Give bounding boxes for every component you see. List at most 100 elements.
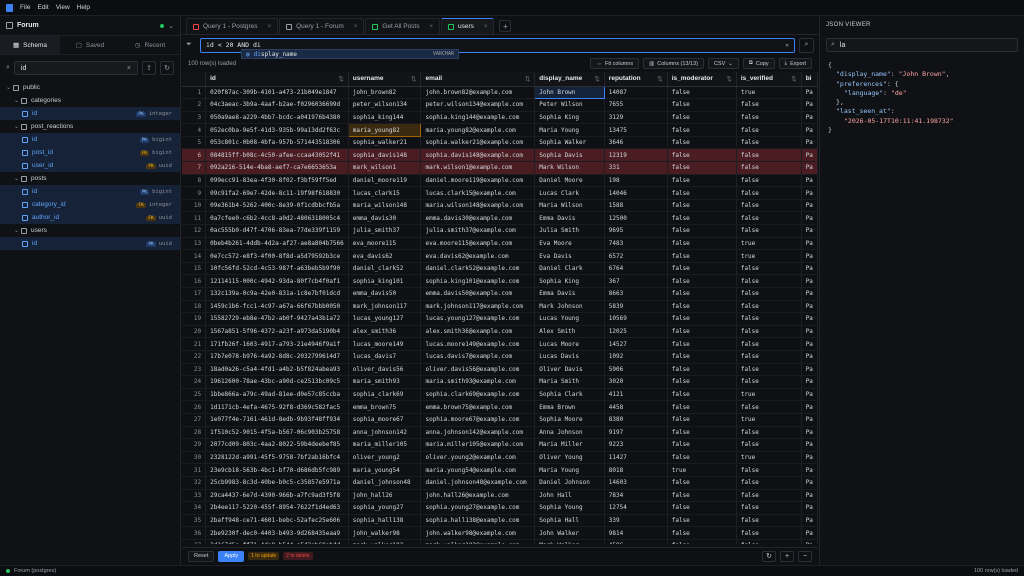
table-cell[interactable]: false bbox=[667, 350, 737, 364]
table-cell[interactable]: lucas_moore149 bbox=[348, 337, 422, 351]
menu-file[interactable]: File bbox=[20, 4, 30, 11]
table-cell[interactable]: John Brown bbox=[534, 85, 605, 100]
table-cell[interactable]: 14087 bbox=[604, 86, 668, 100]
table-cell[interactable]: 25cb9983-8c3d-40be-b0c5-c35857e5971a bbox=[205, 476, 349, 490]
table-cell[interactable]: false bbox=[736, 199, 802, 213]
sort-icon[interactable]: ⇅ bbox=[657, 75, 662, 83]
table-cell[interactable]: Pa bbox=[801, 426, 818, 440]
table-cell[interactable]: sophia.clark69@example.com bbox=[420, 388, 536, 402]
table-row[interactable]: 17 132c139a-0c9a-42e0-831a-1c8e7bf01dcd em… bbox=[182, 287, 818, 301]
table-cell[interactable]: emma.brown75@example.com bbox=[420, 400, 536, 414]
table-row[interactable]: 24 19612600-78ae-43bc-a90d-ce2513bc09c5 ma… bbox=[182, 375, 818, 389]
table-cell[interactable]: mark.wilson1@example.com bbox=[420, 161, 536, 175]
table-cell[interactable]: Sophia Davis bbox=[534, 148, 605, 163]
column-header[interactable]: id ⇅ bbox=[205, 72, 349, 87]
table-cell[interactable]: Eva Moore bbox=[534, 237, 605, 251]
table-row[interactable]: 2 04c3aeac-3b9a-4aaf-b2ae-f0296036699d pet… bbox=[182, 98, 818, 112]
table-cell[interactable]: John Hall bbox=[534, 489, 605, 503]
table-cell[interactable]: Emma Davis bbox=[534, 287, 605, 301]
table-cell[interactable]: false bbox=[736, 148, 802, 163]
editor-tab[interactable]: Get All Posts × bbox=[365, 18, 441, 34]
table-cell[interactable]: false bbox=[667, 262, 737, 276]
table-cell[interactable]: 171fb26f-1603-4917-a793-21e4946f9a1f bbox=[205, 337, 349, 351]
tree-table[interactable]: ⌄ posts bbox=[0, 172, 180, 185]
table-cell[interactable]: false bbox=[667, 312, 737, 326]
table-row[interactable]: 14 0e7cc572-e8f3-4f00-8f8d-a5d79592b3ce ev… bbox=[182, 249, 818, 263]
table-cell[interactable]: 12754 bbox=[604, 501, 668, 515]
chevron-down-icon[interactable]: ⌄ bbox=[14, 97, 21, 104]
table-cell[interactable]: Emma Davis bbox=[534, 211, 605, 226]
table-cell[interactable]: false bbox=[736, 98, 802, 112]
table-row[interactable]: 21 171fb26f-1603-4917-a793-21e4946f9a1f lu… bbox=[182, 337, 818, 351]
table-cell[interactable]: maria_young54 bbox=[348, 463, 422, 477]
table-cell[interactable]: 10fc56fd-52cd-4c53-987f-a63beb5b9f90 bbox=[205, 262, 349, 276]
table-cell[interactable]: false bbox=[736, 136, 802, 150]
table-row[interactable]: 372d167d5e-ff71-4de8-b544-a5d3eb68ebddma… bbox=[182, 539, 818, 544]
table-cell[interactable]: 052ec0ba-9e5f-41d3-935b-99a13dd2f63c bbox=[205, 123, 349, 137]
table-row[interactable]: 22 17b7e078-b976-4a92-8d8c-2032799614d7 lu… bbox=[182, 350, 818, 364]
table-cell[interactable]: false bbox=[736, 174, 802, 188]
table-cell[interactable]: false bbox=[736, 161, 802, 175]
table-cell[interactable]: Pa bbox=[801, 312, 818, 326]
table-cell[interactable]: true bbox=[736, 249, 802, 263]
table-cell[interactable]: anna_johnson142 bbox=[348, 426, 422, 440]
table-cell[interactable]: Oliver Davis bbox=[534, 363, 605, 377]
table-cell[interactable]: john.brown82@example.com bbox=[420, 86, 536, 100]
table-cell[interactable]: false bbox=[667, 287, 737, 301]
table-cell[interactable]: maria.young54@example.com bbox=[420, 463, 536, 477]
table-cell[interactable]: false bbox=[667, 337, 737, 351]
table-row[interactable]: 15 10fc56fd-52cd-4c53-987f-a63beb5b9f90 da… bbox=[182, 262, 818, 276]
table-cell[interactable]: 198 bbox=[604, 174, 668, 188]
table-cell[interactable]: 12319 bbox=[604, 148, 668, 163]
table-cell[interactable]: daniel_clark52 bbox=[348, 262, 422, 276]
table-cell[interactable]: false bbox=[736, 514, 802, 528]
editor-tab[interactable]: Query 1 - Forum × bbox=[279, 18, 365, 34]
clear-icon[interactable]: × bbox=[127, 65, 131, 72]
table-cell[interactable]: 6572 bbox=[604, 249, 668, 263]
table-cell[interactable]: 5906 bbox=[604, 363, 668, 377]
table-cell[interactable]: false bbox=[667, 148, 737, 163]
table-cell[interactable]: false bbox=[667, 237, 737, 251]
table-cell[interactable]: false bbox=[736, 325, 802, 339]
search-button[interactable]: ⌕ bbox=[799, 37, 814, 53]
table-row[interactable]: 31 23e9cb18-563b-4bc1-bf70-d686db5fc989 ma… bbox=[182, 463, 818, 477]
table-cell[interactable]: false bbox=[667, 400, 737, 414]
apply-button[interactable]: Apply bbox=[218, 550, 245, 562]
table-cell[interactable]: daniel_johnson48 bbox=[348, 476, 422, 490]
tree-column[interactable]: author_id FK uuid bbox=[0, 211, 180, 224]
table-cell[interactable]: Julia Smith bbox=[534, 224, 605, 238]
table-cell[interactable]: 12500 bbox=[604, 211, 668, 226]
table-cell[interactable]: john_hall26 bbox=[348, 489, 422, 503]
table-row[interactable]: 26 1d1171cb-4efa-4675-92f8-d369c582fac5 em… bbox=[182, 400, 818, 414]
table-cell[interactable]: Pa bbox=[801, 438, 818, 452]
table-cell[interactable]: Sophia Young bbox=[534, 501, 605, 515]
table-cell[interactable]: 04c3aeac-3b9a-4aaf-b2ae-f0296036699d bbox=[205, 98, 349, 112]
table-cell[interactable]: false bbox=[667, 514, 737, 528]
table-cell[interactable]: mark_wilson1 bbox=[348, 161, 422, 175]
table-cell[interactable]: 132c139a-0c9a-42e0-831a-1c8e7bf01dcd bbox=[205, 287, 349, 301]
table-cell[interactable]: Mark Walker bbox=[534, 539, 605, 544]
table-cell[interactable]: 4121 bbox=[604, 388, 668, 402]
table-cell[interactable]: false bbox=[667, 111, 737, 125]
export-button[interactable]: ⤓ Export bbox=[778, 58, 812, 69]
table-cell[interactable]: false bbox=[736, 111, 802, 125]
table-row[interactable]: 32 25cb9983-8c3d-40be-b0c5-c35857e5971a da… bbox=[182, 476, 818, 490]
table-row[interactable]: 4 052ec0ba-9e5f-41d3-935b-99a13dd2f63c mar… bbox=[182, 123, 818, 137]
table-cell[interactable]: 17b7e078-b976-4a92-8d8c-2032799614d7 bbox=[205, 350, 349, 364]
table-cell[interactable]: sophia.hall138@example.com bbox=[420, 514, 536, 528]
table-cell[interactable]: 4458 bbox=[604, 400, 668, 414]
chevron-down-icon[interactable]: ⌄ bbox=[14, 175, 21, 182]
table-cell[interactable]: 15582729-eb8e-47b2-ab0f-9427a43b1a72 bbox=[205, 312, 349, 326]
table-cell[interactable]: 1092 bbox=[604, 350, 668, 364]
table-cell[interactable]: john_walker98 bbox=[348, 526, 422, 540]
table-cell[interactable]: 2328122d-a991-45f5-9758-7bf2ab16bfc4 bbox=[205, 451, 349, 465]
table-row[interactable]: 18 1459c1b6-fcc1-4c97-a67a-66f67bbb0050 ma… bbox=[182, 300, 818, 314]
table-cell[interactable]: Pa bbox=[801, 300, 818, 314]
table-cell[interactable]: false bbox=[667, 451, 737, 465]
table-cell[interactable]: sophia.davis148@example.com bbox=[420, 148, 536, 163]
tree-column[interactable]: user_id FK uuid bbox=[0, 159, 180, 172]
table-cell[interactable]: 2077cd09-803c-4aa2-8022-59b4deebef85 bbox=[205, 438, 349, 452]
table-cell[interactable]: Pa bbox=[801, 476, 818, 490]
table-cell[interactable]: 9223 bbox=[604, 438, 668, 452]
table-cell[interactable]: Mark Wilson bbox=[534, 161, 605, 175]
